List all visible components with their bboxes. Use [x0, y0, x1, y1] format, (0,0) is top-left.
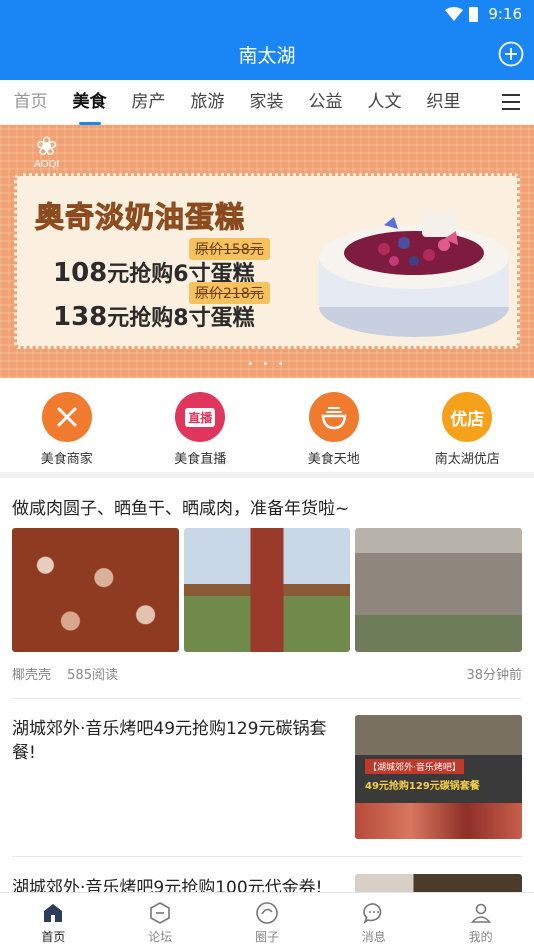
feed-post[interactable]: 做咸肉圆子、晒鱼干、晒咸肉，准备年货啦~ 椰壳壳 585阅读 38分钟前	[12, 478, 523, 683]
tab-home[interactable]: 首页	[1, 80, 60, 125]
circle-icon	[256, 902, 278, 924]
quick-link-food-merchants[interactable]: 美食商家	[0, 378, 134, 472]
nav-label: 首页	[41, 930, 66, 944]
message-icon	[362, 903, 382, 924]
post-divider	[12, 698, 522, 699]
post-reads: 585阅读	[67, 668, 118, 683]
tab-charity[interactable]: 公益	[296, 80, 355, 125]
quick-link-food-live[interactable]: 直播 美食直播	[134, 378, 268, 472]
quick-link-label: 南太湖优店	[434, 452, 500, 467]
noodle-bowl-icon	[308, 392, 359, 442]
feed-post[interactable]: 湖城郊外·音乐烤吧49元抢购129元碳锅套餐! 【湖城郊外·音乐烤吧】 49元抢…	[12, 715, 522, 839]
tab-culture[interactable]: 人文	[355, 80, 414, 125]
status-time: 9:16	[488, 5, 522, 23]
post-thumbnail[interactable]: 【湖城郊外·音乐烤吧】 49元抢购129元碳锅套餐	[355, 715, 522, 839]
quick-link-nantaihu-store[interactable]: 优店 南太湖优店	[401, 378, 534, 472]
page-title: 南太湖	[238, 44, 296, 67]
feed-post[interactable]: 湖城郊外·音乐烤吧9元抢购100元代金券!	[12, 874, 522, 892]
quick-link-label: 美食商家	[40, 452, 93, 467]
nav-profile[interactable]: 我的	[427, 893, 534, 949]
status-bar: 9:16	[0, 0, 534, 28]
tab-realestate[interactable]: 房产	[119, 80, 178, 125]
nav-label: 论坛	[148, 930, 173, 944]
quick-link-label: 美食天地	[307, 452, 360, 467]
battery-icon	[469, 6, 479, 22]
forum-icon	[150, 902, 170, 924]
post-time: 38分钟前	[466, 668, 522, 683]
post-title: 湖城郊外·音乐烤吧9元抢购100元代金券!	[12, 878, 323, 892]
post-title: 做咸肉圆子、晒鱼干、晒咸肉，准备年货啦~	[12, 499, 350, 519]
fork-knife-icon	[41, 392, 92, 442]
nav-messages[interactable]: 消息	[320, 893, 427, 949]
nav-label: 我的	[468, 930, 493, 944]
post-meta: 椰壳壳 585阅读 38分钟前	[12, 664, 522, 683]
app-header: 9:16 南太湖	[0, 0, 534, 80]
post-author: 椰壳壳	[12, 668, 52, 683]
quick-link-food-world[interactable]: 美食天地	[267, 378, 401, 472]
nav-label: 消息	[361, 930, 386, 944]
post-title: 湖城郊外·音乐烤吧49元抢购129元碳锅套餐!	[12, 719, 327, 763]
quick-links: 美食商家 直播 美食直播 美食天地 优店 南太湖优店	[0, 378, 534, 472]
offer-line: 138元抢购8寸蛋糕	[53, 302, 255, 332]
feed-list: 做咸肉圆子、晒鱼干、晒咸肉，准备年货啦~ 椰壳壳 585阅读 38分钟前 湖城郊…	[0, 478, 534, 892]
add-button[interactable]	[498, 41, 524, 67]
live-tv-icon: 直播	[175, 392, 226, 442]
post-image-cured-meat[interactable]	[355, 528, 523, 652]
brand-logo: ❀ AOQI	[34, 132, 60, 170]
tab-zhili[interactable]: 织里	[414, 80, 473, 125]
banner-headline: 奥奇淡奶油蛋糕	[34, 200, 246, 235]
category-tabs: 首页 美食 房产 旅游 家装 公益 人文 织里	[0, 80, 534, 125]
banner-indicator: • • •	[247, 359, 287, 370]
promo-banner[interactable]: ❀ AOQI 奥奇淡奶油蛋糕 原价158元 108元抢购6寸蛋糕 原价218元 …	[0, 125, 534, 378]
home-icon	[44, 904, 63, 922]
bottom-nav: 首页 论坛 圈子 消息 我的	[0, 892, 534, 949]
post-thumbnail[interactable]	[355, 874, 522, 892]
cake-image	[319, 213, 509, 337]
wifi-icon	[445, 7, 464, 21]
tab-travel[interactable]: 旅游	[178, 80, 237, 125]
nav-label: 圈子	[254, 930, 279, 944]
post-image-meatballs[interactable]	[12, 528, 179, 652]
tab-decor[interactable]: 家装	[237, 80, 296, 125]
nav-circle[interactable]: 圈子	[214, 893, 321, 949]
nav-home[interactable]: 首页	[0, 893, 107, 949]
post-image-dried-fish[interactable]	[183, 528, 351, 652]
menu-icon[interactable]	[502, 94, 520, 110]
nav-forum[interactable]: 论坛	[107, 893, 214, 949]
post-divider	[12, 856, 522, 857]
tab-food[interactable]: 美食	[60, 80, 119, 125]
user-icon	[470, 903, 491, 923]
store-icon: 优店	[442, 392, 493, 442]
quick-link-label: 美食直播	[174, 452, 227, 467]
